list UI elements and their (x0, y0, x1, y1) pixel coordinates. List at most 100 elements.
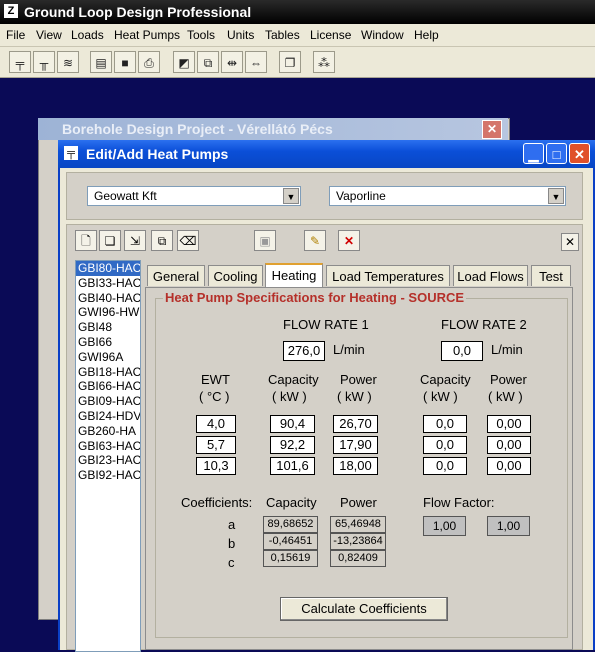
coef-power-header: Power (340, 495, 377, 510)
flow-rate-1-input[interactable]: 276,0 (283, 341, 325, 361)
fr2-power-header: Power (490, 372, 527, 387)
multi-copy-icon[interactable]: ⧉ (151, 230, 173, 251)
fluid-icon[interactable]: ⇔ (245, 51, 267, 73)
ewt-input-3[interactable]: 10,3 (196, 457, 236, 475)
close-icon[interactable]: ✕ (561, 233, 579, 251)
menu-units[interactable]: Units (227, 28, 254, 42)
menu-license[interactable]: License (310, 28, 351, 42)
import-icon[interactable]: ⇲ (124, 230, 146, 251)
coef-capacity-c: 0,15619 (263, 550, 318, 567)
fr1-power-header: Power (340, 372, 377, 387)
model-list[interactable]: GBI80-HAC GBI33-HAC GBI40-HAC GWI96-HW G… (75, 260, 141, 652)
dialog-titlebar: ╤ Edit/Add Heat Pumps ▁ □ ✕ (58, 140, 595, 168)
fr2-capacity-input-3[interactable]: 0,0 (423, 457, 467, 475)
fr1-capacity-input-3[interactable]: 101,6 (270, 457, 315, 475)
fr2-capacity-input-2[interactable]: 0,0 (423, 436, 467, 454)
list-item[interactable]: GWI96A (76, 350, 140, 365)
fr1-power-input-1[interactable]: 26,70 (333, 415, 378, 433)
fr1-capacity-input-2[interactable]: 92,2 (270, 436, 315, 454)
app-title: Ground Loop Design Professional (24, 4, 252, 20)
delete-icon[interactable]: ✕ (338, 230, 360, 251)
list-item[interactable]: GBI40-HAC (76, 291, 140, 306)
menu-loads[interactable]: Loads (71, 28, 104, 42)
maximize-icon[interactable]: □ (546, 143, 567, 164)
close-icon[interactable]: ✕ (569, 143, 590, 164)
fr1-power-input-2[interactable]: 17,90 (333, 436, 378, 454)
edit-icon[interactable]: ◩ (173, 51, 195, 73)
tab-test[interactable]: Test (531, 265, 571, 286)
series-select[interactable]: Vaporline ▼ (329, 186, 566, 206)
new-icon[interactable]: 🗋 (75, 230, 97, 251)
pipe-icon[interactable]: ⇹ (221, 51, 243, 73)
list-item[interactable]: GBI66-HAC (76, 379, 140, 394)
fr2-capacity-unit: ( kW ) (423, 389, 458, 404)
menu-help[interactable]: Help (414, 28, 439, 42)
list-item[interactable]: GBI18-HAC (76, 365, 140, 380)
menu-heat-pumps[interactable]: Heat Pumps (114, 28, 180, 42)
fr2-power-input-3[interactable]: 0,00 (487, 457, 531, 475)
print-icon[interactable]: ⎙ (138, 51, 160, 73)
fr1-power-input-3[interactable]: 18,00 (333, 457, 378, 475)
open-folder-icon[interactable]: ▤ (90, 51, 112, 73)
fr1-capacity-unit: ( kW ) (272, 389, 307, 404)
horizontal-loop-icon[interactable]: ╥ (33, 51, 55, 73)
tab-load-temperatures[interactable]: Load Temperatures (326, 265, 450, 286)
list-item[interactable]: GBI66 (76, 335, 140, 350)
series-value: Vaporline (336, 189, 386, 203)
coef-row-a: a (228, 517, 236, 532)
list-item[interactable]: GBI48 (76, 320, 140, 335)
edit-pencil-icon[interactable]: ✎ (304, 230, 326, 251)
tab-general[interactable]: General (147, 265, 205, 286)
chevron-down-icon[interactable]: ▼ (283, 188, 299, 204)
menu-window[interactable]: Window (361, 28, 404, 42)
fr2-power-input-2[interactable]: 0,00 (487, 436, 531, 454)
list-item[interactable]: GBI33-HAC (76, 276, 140, 291)
list-item[interactable]: GBI24-HDV (76, 409, 140, 424)
save-icon[interactable]: ■ (114, 51, 136, 73)
copy-icon[interactable]: ❏ (99, 230, 121, 251)
menu-tables[interactable]: Tables (265, 28, 300, 42)
flow-factor-label: Flow Factor: (423, 495, 495, 510)
tab-cooling[interactable]: Cooling (208, 265, 263, 286)
ewt-unit: ( °C ) (199, 389, 230, 404)
network-icon[interactable]: ⁂ (313, 51, 335, 73)
ewt-input-2[interactable]: 5,7 (196, 436, 236, 454)
flow-factor-2[interactable]: 1,00 (487, 516, 530, 536)
calculate-coefficients-button[interactable]: Calculate Coefficients (280, 597, 448, 621)
manufacturer-value: Geowatt Kft (94, 189, 157, 203)
menu-view[interactable]: View (36, 28, 62, 42)
ewt-input-1[interactable]: 4,0 (196, 415, 236, 433)
tab-load-flows[interactable]: Load Flows (453, 265, 528, 286)
coef-power-b: -13,23864 (330, 533, 386, 550)
flow-rate-2-input[interactable]: 0,0 (441, 341, 483, 361)
list-item[interactable]: GBI23-HAC (76, 453, 140, 468)
menu-tools[interactable]: Tools (187, 28, 215, 42)
background-window-close-icon[interactable]: ✕ (482, 120, 502, 139)
menu-file[interactable]: File (6, 28, 25, 42)
tab-heating[interactable]: Heating (265, 263, 323, 287)
dialog-app-icon: ╤ (64, 146, 78, 160)
list-item[interactable]: GWI96-HW (76, 305, 140, 320)
list-item[interactable]: GBI63-HAC (76, 439, 140, 454)
fr1-capacity-input-1[interactable]: 90,4 (270, 415, 315, 433)
coef-capacity-header: Capacity (266, 495, 317, 510)
borehole-icon[interactable]: ╤ (9, 51, 31, 73)
chevron-down-icon[interactable]: ▼ (548, 188, 564, 204)
fr2-power-input-1[interactable]: 0,00 (487, 415, 531, 433)
list-item[interactable]: GBI09-HAC (76, 394, 140, 409)
duplicate-icon[interactable]: ❐ (279, 51, 301, 73)
list-item[interactable]: GBI80-HAC (76, 261, 140, 276)
manufacturer-select[interactable]: Geowatt Kft ▼ (87, 186, 301, 206)
eraser-icon[interactable]: ⌫ (177, 230, 199, 251)
menu-bar: File View Loads Heat Pumps Tools Units T… (0, 24, 595, 47)
pond-loop-icon[interactable]: ≋ (57, 51, 79, 73)
save-icon[interactable]: ▣ (254, 230, 276, 251)
minimize-icon[interactable]: ▁ (523, 143, 544, 164)
coef-capacity-a: 89,68652 (263, 516, 318, 533)
copy-icon[interactable]: ⧉ (197, 51, 219, 73)
fr2-capacity-input-1[interactable]: 0,0 (423, 415, 467, 433)
list-item[interactable]: GBI92-HAC (76, 468, 140, 483)
list-item[interactable]: GB260-HA (76, 424, 140, 439)
coef-row-c: c (228, 555, 235, 570)
flow-factor-1[interactable]: 1,00 (423, 516, 466, 536)
